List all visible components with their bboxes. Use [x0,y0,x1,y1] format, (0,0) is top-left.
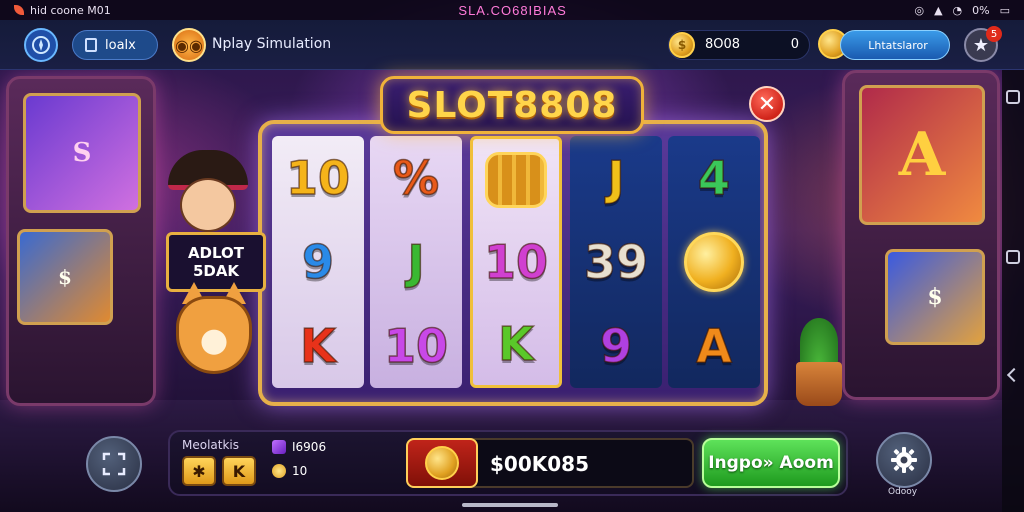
reel-symbol [674,225,754,299]
reel-symbol: 10 [285,150,351,206]
reel-symbol: % [392,150,440,206]
gem-balance-row: I6906 [272,440,326,454]
character-sign-line2: 5DAK [192,262,240,280]
mode-icon [85,38,97,52]
game-logo: SLOT8808 [380,76,644,134]
coin-balance: 8O08 [705,37,741,52]
compass-icon [32,36,50,54]
notification-badge: 5 [986,26,1002,42]
win-coin-icon [425,446,459,480]
coin-balance-row: 10 [272,464,307,478]
fullscreen-button[interactable] [86,436,142,492]
status-left-text: hid coone M01 [30,3,111,17]
coin-value: 10 [292,464,308,478]
reel-1: 10 9 K [272,136,364,388]
mascot-avatar[interactable]: ◉◉ [172,28,206,62]
mode-pill-label: loalx [105,37,136,53]
right-cabinet-screen: A [859,85,985,225]
action-pill-label: Lhtatslaror [868,38,928,52]
coin-icon: $ [669,32,695,58]
nav-recent-icon[interactable] [1006,90,1020,104]
battery-percent: 0% [972,3,990,17]
battery-icon: ▭ [999,3,1010,17]
reel-5: 4A [668,136,760,388]
reel-symbol: 39 [583,234,649,290]
spin-button[interactable]: Ingpo» Aoom [702,438,840,488]
reel-symbol: 9 [301,234,335,290]
bet-up-button[interactable]: K [222,456,256,486]
system-side-nav [1002,70,1024,512]
coin-count: 0 [790,37,799,52]
notification-count: 5 [990,28,998,40]
reel-symbol: J [407,234,426,290]
page-title: Nplay Simulation [212,36,332,52]
fullscreen-icon [102,452,126,476]
right-cabinet-lower-screen: $ [885,249,985,345]
small-coin-icon [272,464,286,478]
right-arcade-cabinet: A $ [842,70,1000,400]
reel-4: J 39 9 [570,136,662,388]
mode-pill-button[interactable]: loalx [72,30,158,60]
signal-icon: ▲ [934,3,943,17]
wifi-icon: ◔ [952,3,963,17]
settings-button[interactable] [876,432,932,488]
gem-icon [272,440,286,454]
left-arcade-cabinet: S $ [6,76,156,406]
barrel-icon [485,152,547,208]
gear-icon [891,447,917,473]
character-sign-line1: ADLOT [187,244,245,262]
mascot-face-icon: ◉◉ [175,35,203,55]
app-leaf-icon [14,5,24,15]
star-bet-icon: ✱ [192,461,206,481]
win-coin-badge [406,438,478,488]
character-sign: ADLOT 5DAK [166,232,266,292]
settings-label: Odooy [888,487,918,497]
panel-label: Meolatkis [182,438,240,452]
win-amount: $00K085 [490,452,589,476]
location-icon: ◎ [914,3,925,17]
gold-coin-icon [684,232,744,292]
reel-symbol: 10 [483,234,549,290]
action-pill-button[interactable]: Lhtatslaror [840,30,950,60]
close-button[interactable]: ✕ [749,86,785,122]
coin-balance-pill[interactable]: $ 8O08 0 [668,30,810,60]
k-bet-icon: K [232,461,246,481]
left-cabinet-lower-screen: $ [17,229,113,325]
fox-mascot [176,296,252,374]
reel-symbol: 9 [599,318,633,374]
system-status-bar: hid coone M01 SLA.CO68IBIAS ◎ ▲ ◔ 0% ▭ [0,0,1024,20]
bet-down-button[interactable]: ✱ [182,456,216,486]
reel-symbol [476,143,556,217]
character-avatar [180,178,236,232]
game-logo-text: SLOT8808 [406,84,618,126]
game-top-bar: loalx ◉◉ Nplay Simulation $ 8O08 0 Lhtat… [0,20,1024,70]
reel-symbol: 10 [383,318,449,374]
reel-3: 10 K [470,136,562,388]
reel-symbol: J [607,150,626,206]
close-icon: ✕ [757,91,777,117]
left-cabinet-screen: S [23,93,141,213]
nav-back-icon[interactable] [1006,367,1022,383]
potted-plant [794,318,844,408]
gem-value: I6906 [292,440,327,454]
reel-symbol: A [695,318,732,374]
reel-symbol: K [299,318,336,374]
home-indicator[interactable] [462,503,558,507]
reel-2: % J 10 [370,136,462,388]
nav-window-icon[interactable] [1006,250,1020,264]
compass-button[interactable] [24,28,58,62]
status-center-title: SLA.CO68IBIAS [458,2,567,18]
spin-button-label: Ingpo» Aoom [708,453,834,473]
reel-symbol: 4 [697,150,731,206]
reel-symbol: K [497,316,534,372]
